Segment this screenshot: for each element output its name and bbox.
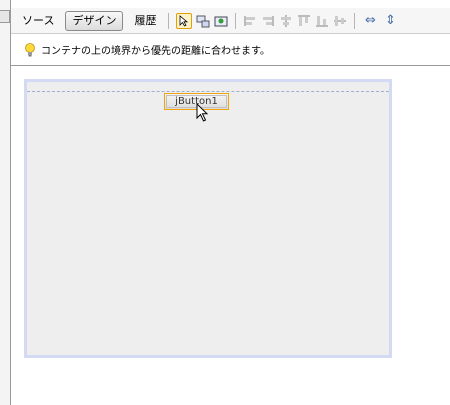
mouse-cursor-icon	[196, 103, 209, 122]
hint-text: コンテナの上の境界から優先の距離に合わせます。	[41, 46, 270, 57]
align-left-icon[interactable]	[243, 14, 257, 28]
design-canvas[interactable]: jButton1	[11, 67, 450, 405]
tab-source[interactable]: ソース	[15, 11, 61, 31]
left-panel-edge	[0, 0, 11, 405]
align-right-icon[interactable]	[261, 14, 275, 28]
tab-history[interactable]: 履歴	[127, 11, 163, 31]
connection-mode-icon[interactable]	[196, 14, 210, 28]
toolbar-separator	[235, 12, 237, 29]
panel-tab-stub[interactable]	[0, 10, 10, 23]
lightbulb-icon	[23, 42, 37, 58]
hint-bar: コンテナの上の境界から優先の距離に合わせます。	[11, 34, 450, 66]
tab-design[interactable]: デザイン	[65, 10, 124, 31]
resize-vertical-icon[interactable]: ⇕	[382, 13, 398, 29]
resize-horizontal-icon[interactable]: ⇔	[362, 13, 378, 29]
alignment-guide-line	[27, 91, 389, 92]
center-horizontal-icon[interactable]	[279, 14, 293, 28]
form-container[interactable]: jButton1	[24, 79, 392, 358]
toolbar-separator	[168, 12, 170, 29]
align-bottom-icon[interactable]	[315, 14, 329, 28]
toolbar-separator	[354, 12, 356, 29]
align-top-icon[interactable]	[297, 14, 311, 28]
selection-mode-icon[interactable]	[176, 12, 193, 29]
editor-toolbar: ソース デザイン 履歴 ⇔ ⇕	[11, 8, 450, 34]
preview-design-icon[interactable]	[214, 14, 228, 28]
center-vertical-icon[interactable]	[333, 14, 347, 28]
